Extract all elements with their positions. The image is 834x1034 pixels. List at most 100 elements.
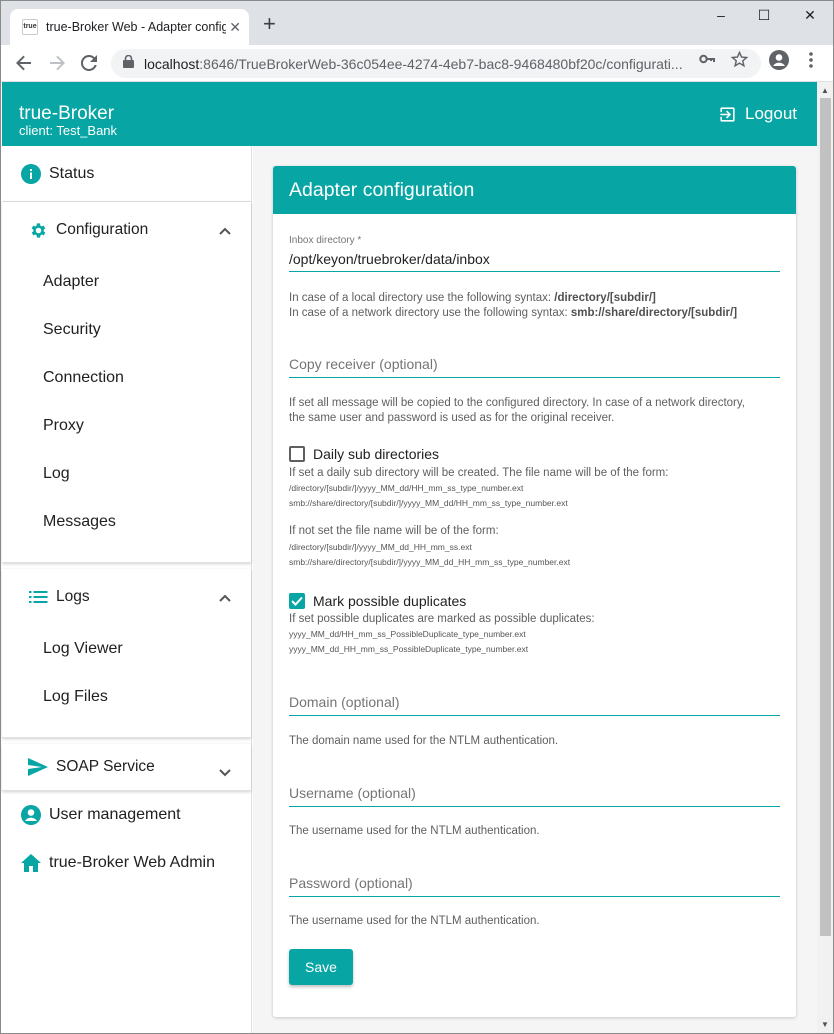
scroll-thumb[interactable] <box>820 98 831 936</box>
duplicates-example: yyyy_MM_dd/HH_mm_ss_PossibleDuplicate_ty… <box>289 629 526 639</box>
soap-toggle[interactable]: SOAP Service <box>2 744 251 790</box>
maximize-button[interactable]: ☐ <box>741 7 787 24</box>
scroll-down-icon[interactable]: ▼ <box>821 1020 829 1029</box>
daily-subdirs-label: Daily sub directories <box>313 446 440 462</box>
client-label: client: Test_Bank <box>19 123 118 138</box>
daily-notset-hint: If not set the file name will be of the … <box>289 525 499 537</box>
sidebar-item-label: true-Broker Web Admin <box>49 854 215 871</box>
duplicates-row[interactable]: Mark possible duplicates <box>289 593 466 609</box>
password-hint: The username used for the NTLM authentic… <box>289 915 540 927</box>
minimize-button[interactable]: – <box>698 7 744 23</box>
daily-example: /directory/[subdir/]/yyyy_MM_dd/HH_mm_ss… <box>289 483 524 493</box>
daily-example: /directory/[subdir/]/yyyy_MM_dd_HH_mm_ss… <box>289 542 472 552</box>
sidebar-item-adapter[interactable]: Adapter <box>2 258 251 306</box>
configuration-label: Configuration <box>56 221 149 238</box>
tab-title: true-Broker Web - Adapter configu <box>46 20 226 34</box>
duplicates-example: yyyy_MM_dd_HH_mm_ss_PossibleDuplicate_ty… <box>289 644 529 654</box>
sidebar-item-log[interactable]: Log <box>2 450 251 498</box>
logs-label: Logs <box>56 588 90 605</box>
favicon-icon: true <box>22 19 38 35</box>
home-icon <box>20 853 41 874</box>
logout-button[interactable]: Logout <box>718 104 797 124</box>
check-icon <box>291 596 303 606</box>
lock-icon <box>123 54 134 73</box>
daily-subdirs-checkbox[interactable] <box>289 446 305 462</box>
sidebar-item-security[interactable]: Security <box>2 306 251 354</box>
duplicates-label: Mark possible duplicates <box>313 593 467 609</box>
chevron-up-icon <box>219 222 231 240</box>
sidebar-item-log-viewer[interactable]: Log Viewer <box>2 625 251 673</box>
daily-example: smb://share/directory/[subdir/]/yyyy_MM_… <box>289 498 568 508</box>
reload-icon[interactable] <box>78 52 100 74</box>
card-title: Adapter configuration <box>273 166 796 214</box>
save-button[interactable]: Save <box>289 949 353 985</box>
copy-receiver-hint: If set all message will be copied to the… <box>289 397 745 424</box>
inbox-directory-field[interactable]: Inbox directory * /opt/keyon/truebroker/… <box>289 233 780 272</box>
logout-icon <box>720 106 735 122</box>
browser-window: true true-Broker Web - Adapter configu ✕… <box>0 0 834 1034</box>
new-tab-button[interactable]: + <box>263 13 276 35</box>
daily-subdirs-hint: If set a daily sub directory will be cre… <box>289 467 669 479</box>
password-placeholder: Password (optional) <box>289 875 413 891</box>
sidebar-item-connection[interactable]: Connection <box>2 354 251 402</box>
sidebar-item-messages[interactable]: Messages <box>2 498 251 546</box>
inbox-directory-hint: In case of a local directory use the fol… <box>289 292 738 319</box>
key-icon[interactable] <box>699 51 715 72</box>
username-hint: The username used for the NTLM authentic… <box>289 825 540 837</box>
address-bar[interactable]: localhost:8646/TrueBrokerWeb-36c054ee-42… <box>111 49 761 78</box>
configuration-group: Configuration Adapter Security Connectio… <box>2 202 251 563</box>
url-text: localhost:8646/TrueBrokerWeb-36c054ee-42… <box>144 55 683 72</box>
domain-placeholder: Domain (optional) <box>289 694 400 710</box>
soap-label: SOAP Service <box>56 758 155 775</box>
duplicates-checkbox[interactable] <box>289 593 305 609</box>
sidebar-item-web-admin[interactable]: true-Broker Web Admin <box>2 839 251 887</box>
page-scrollbar[interactable]: ▲ ▼ <box>817 82 833 1033</box>
logs-group: Logs Log Viewer Log Files <box>2 569 251 738</box>
sidebar-item-status[interactable]: Status <box>2 146 251 202</box>
sidebar-item-label: User management <box>49 806 181 823</box>
app-header: true-Broker client: Test_Bank Logout <box>2 82 833 146</box>
configuration-toggle[interactable]: Configuration <box>2 202 251 258</box>
duplicates-hint: If set possible duplicates are marked as… <box>289 613 595 625</box>
domain-hint: The domain name used for the NTLM authen… <box>289 735 559 747</box>
browser-toolbar: localhost:8646/TrueBrokerWeb-36c054ee-42… <box>1 45 833 82</box>
username-field[interactable]: Username (optional) <box>289 781 780 807</box>
forward-icon[interactable] <box>46 52 68 74</box>
sidebar-item-log-files[interactable]: Log Files <box>2 673 251 721</box>
username-placeholder: Username (optional) <box>289 785 416 801</box>
password-field[interactable]: Password (optional) <box>289 871 780 897</box>
tab-close-icon[interactable]: ✕ <box>229 19 241 36</box>
sidebar-item-label: Status <box>49 164 95 182</box>
sidebar-item-user-management[interactable]: User management <box>2 791 251 839</box>
logout-label: Logout <box>745 104 797 123</box>
scroll-up-icon[interactable]: ▲ <box>821 86 829 95</box>
send-icon <box>28 757 48 777</box>
bookmark-star-icon[interactable] <box>730 50 749 73</box>
soap-group: SOAP Service <box>2 744 251 791</box>
browser-tab[interactable]: true true-Broker Web - Adapter configu ✕ <box>10 9 249 45</box>
gear-icon <box>28 220 48 240</box>
domain-field[interactable]: Domain (optional) <box>289 690 780 716</box>
daily-subdirs-row[interactable]: Daily sub directories <box>289 446 439 462</box>
window-close-button[interactable]: ✕ <box>787 7 833 24</box>
back-icon[interactable] <box>13 52 35 74</box>
copy-receiver-placeholder: Copy receiver (optional) <box>289 356 438 372</box>
daily-example: smb://share/directory/[subdir/]/yyyy_MM_… <box>289 557 571 567</box>
chevron-up-icon <box>219 589 231 607</box>
sidebar-item-proxy[interactable]: Proxy <box>2 402 251 450</box>
brand-title: true-Broker <box>19 103 115 124</box>
main-content: Adapter configuration Inbox directory * … <box>253 146 817 1033</box>
logs-toggle[interactable]: Logs <box>2 569 251 625</box>
chevron-down-icon <box>219 764 231 782</box>
tab-strip: true true-Broker Web - Adapter configu ✕… <box>1 1 833 45</box>
info-icon <box>20 163 41 184</box>
copy-receiver-field[interactable]: Copy receiver (optional) <box>289 352 780 378</box>
adapter-config-card: Adapter configuration Inbox directory * … <box>273 166 796 1017</box>
inbox-directory-value: /opt/keyon/truebroker/data/inbox <box>289 251 490 267</box>
browser-menu-icon[interactable] <box>809 52 813 73</box>
list-icon <box>28 587 48 607</box>
profile-icon[interactable] <box>769 50 789 75</box>
inbox-directory-label: Inbox directory * <box>289 235 362 246</box>
